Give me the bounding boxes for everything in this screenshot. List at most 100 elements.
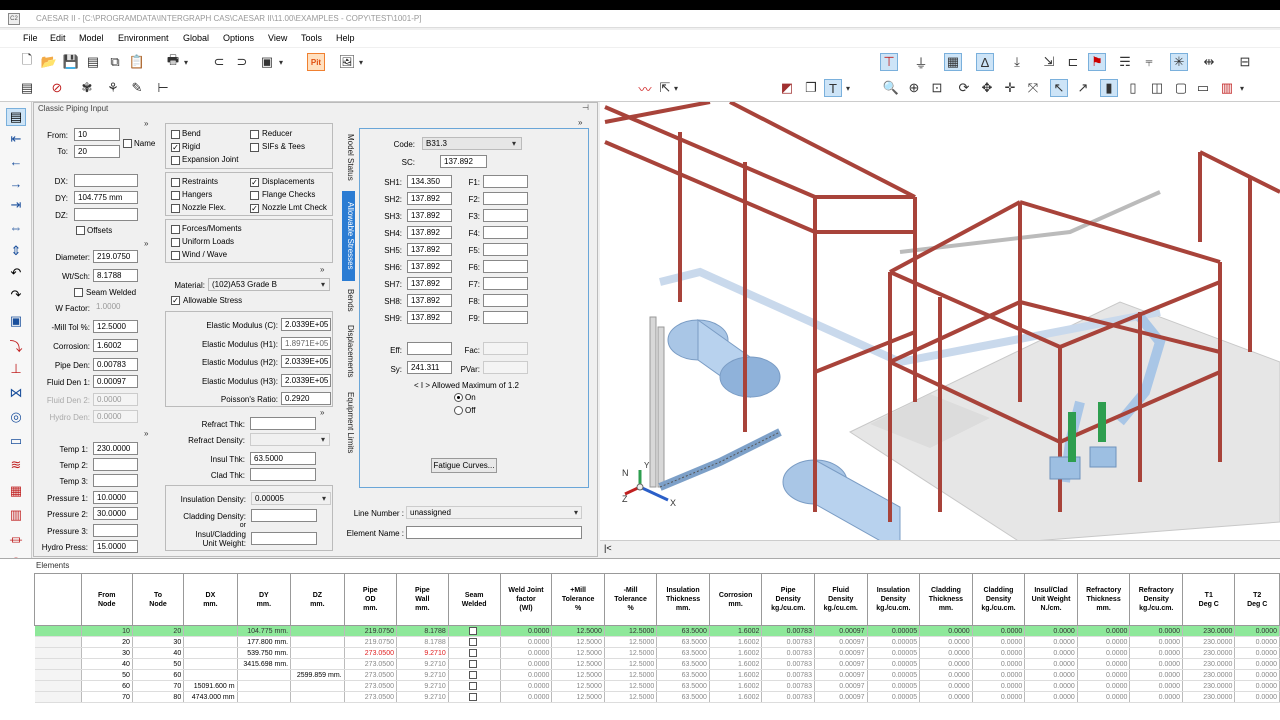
table-cell[interactable]: 0.00097 xyxy=(814,691,868,703)
table-cell[interactable]: 0.0000 xyxy=(1077,669,1131,681)
hydro-den-field[interactable]: 0.0000 xyxy=(93,410,138,423)
table-cell[interactable]: 50 xyxy=(132,658,185,670)
table-cell[interactable]: 9.2710 xyxy=(396,658,449,670)
table-cell[interactable]: 40 xyxy=(132,647,185,659)
column-header[interactable]: Insul/Clad Unit Weight N./cm. xyxy=(1024,573,1078,626)
expansion-joint-checkbox[interactable] xyxy=(171,156,180,165)
zoom-icon[interactable]: 🔍 xyxy=(882,79,900,97)
line-number-select[interactable]: unassigned xyxy=(406,506,582,519)
table-cell[interactable]: 0.0000 xyxy=(1024,691,1078,703)
color-dropdown-icon[interactable]: ▾ xyxy=(1240,84,1244,93)
clad-thk-field[interactable] xyxy=(250,468,316,481)
previous-icon[interactable]: ← xyxy=(6,152,26,170)
run-analysis-icon[interactable]: ✾ xyxy=(78,79,96,97)
column-header[interactable]: To Node xyxy=(131,573,185,626)
table-cell[interactable]: 0.00005 xyxy=(867,669,921,681)
delete-icon[interactable]: ⇕ xyxy=(6,242,26,260)
table-cell[interactable]: 0.0000 xyxy=(1234,680,1280,692)
error-check-icon[interactable]: ⊘ xyxy=(48,79,66,97)
pressure1-field[interactable]: 10.0000 xyxy=(93,491,138,504)
column-header[interactable]: T2 Deg C xyxy=(1234,573,1280,626)
sh1-field[interactable]: 134.350 xyxy=(407,175,452,188)
table-cell[interactable]: 10 xyxy=(81,625,133,637)
ec-field[interactable]: 2.0339E+05 xyxy=(281,318,331,331)
f5-field[interactable] xyxy=(483,243,528,256)
table-cell[interactable]: 0.00783 xyxy=(761,647,815,659)
table-cell[interactable]: 12.5000 xyxy=(551,680,605,692)
sh6-field[interactable]: 137.892 xyxy=(407,260,452,273)
table-cell[interactable] xyxy=(290,636,345,648)
allowable-stress-checkbox[interactable]: ✓ xyxy=(171,296,180,305)
table-cell[interactable]: 0.0000 xyxy=(1129,680,1184,692)
translucent-icon[interactable]: ▭ xyxy=(1194,79,1212,97)
table-cell[interactable]: 1.6002 xyxy=(709,636,763,648)
table-cell[interactable]: 0.00097 xyxy=(814,647,868,659)
table-cell[interactable] xyxy=(290,625,345,637)
globe-icon[interactable]: ◎ xyxy=(6,408,26,426)
table-cell[interactable] xyxy=(448,647,501,659)
menu-edit[interactable]: Edit xyxy=(50,33,66,43)
table-cell[interactable]: 0.0000 xyxy=(1024,680,1078,692)
save-as-icon[interactable]: ▤ xyxy=(84,53,102,71)
table-cell[interactable]: 273.0500 xyxy=(344,669,397,681)
new-file-icon[interactable]: 🗋 xyxy=(18,52,36,71)
table-cell[interactable]: 0.0000 xyxy=(500,636,553,648)
multi-select-icon[interactable]: ↗ xyxy=(1074,79,1092,97)
column-header[interactable]: Insulation Density kg./cu.cm. xyxy=(866,573,921,626)
table-cell[interactable] xyxy=(34,647,82,659)
column-header[interactable]: Weld Joint factor (Wl) xyxy=(499,573,553,626)
fluid-den2-field[interactable]: 0.0000 xyxy=(93,393,138,406)
on-radio[interactable] xyxy=(454,393,463,402)
table-cell[interactable]: 12.5000 xyxy=(604,680,658,692)
from-node-field[interactable]: 10 xyxy=(74,128,120,141)
table-cell[interactable] xyxy=(290,691,345,703)
wind-wave-checkbox[interactable] xyxy=(171,251,180,260)
to-node-field[interactable]: 20 xyxy=(74,145,120,158)
pit-icon[interactable]: Pit xyxy=(307,53,325,71)
unlink-icon[interactable]: ⊃ xyxy=(233,53,251,71)
last-element-icon[interactable]: ⇥ xyxy=(6,196,26,214)
image-dropdown-icon[interactable]: ▾ xyxy=(359,58,363,67)
fac-field[interactable] xyxy=(483,342,528,355)
expand-nodes-icon[interactable]: » xyxy=(144,119,148,128)
table-cell[interactable]: 0.00097 xyxy=(814,625,868,637)
temp3-field[interactable] xyxy=(93,474,138,487)
f7-field[interactable] xyxy=(483,277,528,290)
find-icon[interactable]: ▣ xyxy=(6,312,26,330)
cladding-density-field[interactable] xyxy=(251,509,317,522)
view-scrollbar[interactable]: |< xyxy=(600,540,1280,557)
panel-pin-icon[interactable]: ⊣ xyxy=(582,103,589,112)
insul-density-select[interactable]: 0.00005 xyxy=(251,492,331,505)
table-cell[interactable]: 230.0000 xyxy=(1182,680,1236,692)
table-cell[interactable]: 0.0000 xyxy=(972,658,1026,670)
table-cell[interactable]: 0.0000 xyxy=(1024,636,1078,648)
column-header[interactable]: Cladding Thickness mm. xyxy=(919,573,973,626)
table-cell[interactable]: 0.0000 xyxy=(1077,680,1131,692)
table-cell[interactable]: 50 xyxy=(81,669,133,681)
table-cell[interactable] xyxy=(448,658,501,670)
unit-weight-field[interactable] xyxy=(251,532,317,545)
sh5-field[interactable]: 137.892 xyxy=(407,243,452,256)
sy-field[interactable]: 241.311 xyxy=(407,361,452,374)
table-cell[interactable]: 0.00005 xyxy=(867,691,921,703)
offsets-checkbox[interactable] xyxy=(76,226,85,235)
node-icon[interactable]: ▦ xyxy=(944,53,962,71)
table-cell[interactable]: 63.5000 xyxy=(656,680,710,692)
nozzle-flex-checkbox[interactable] xyxy=(171,204,180,213)
tab-bends[interactable]: Bends xyxy=(342,285,355,315)
temp2-field[interactable] xyxy=(93,458,138,471)
menu-global[interactable]: Global xyxy=(183,33,209,43)
table-cell[interactable]: 539.750 mm. xyxy=(237,647,292,659)
table-cell[interactable] xyxy=(183,636,238,648)
seam-welded-cell-checkbox[interactable] xyxy=(469,682,478,690)
table-cell[interactable]: 0.0000 xyxy=(1129,625,1184,637)
sh4-field[interactable]: 137.892 xyxy=(407,226,452,239)
table-cell[interactable]: 219.0750 xyxy=(344,636,397,648)
hanger-design-icon[interactable]: ⚘ xyxy=(104,79,122,97)
list-detail-icon[interactable]: ▥ xyxy=(6,506,26,524)
rigid-checkbox[interactable]: ✓ xyxy=(171,143,180,152)
table-cell[interactable]: 0.00783 xyxy=(761,625,815,637)
table-cell[interactable] xyxy=(290,658,345,670)
next-icon[interactable]: → xyxy=(6,174,26,192)
table-cell[interactable] xyxy=(448,636,501,648)
